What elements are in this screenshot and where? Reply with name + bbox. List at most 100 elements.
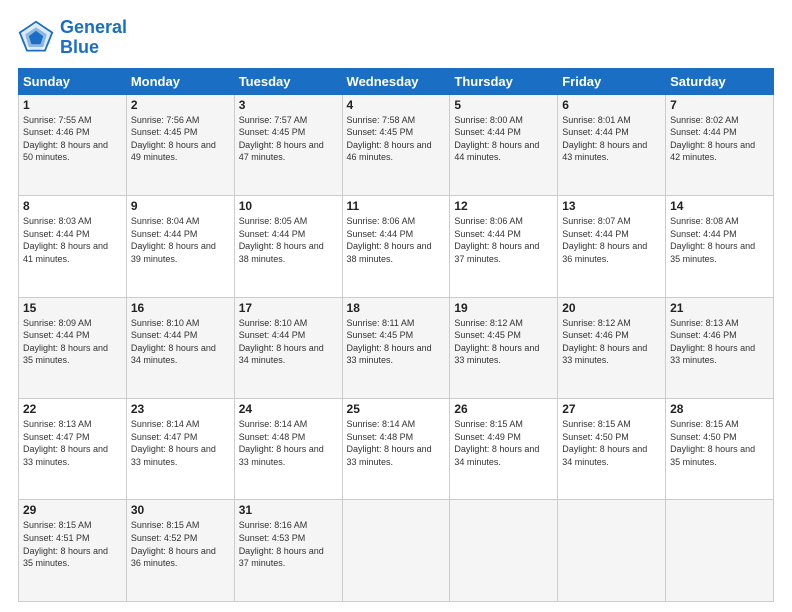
- day-number: 17: [239, 301, 338, 315]
- day-number: 7: [670, 98, 769, 112]
- day-cell: 6 Sunrise: 8:01 AM Sunset: 4:44 PM Dayli…: [558, 94, 666, 195]
- weekday-wednesday: Wednesday: [342, 68, 450, 94]
- day-info: Sunrise: 8:14 AM Sunset: 4:48 PM Dayligh…: [239, 419, 324, 467]
- day-number: 13: [562, 199, 661, 213]
- page: General Blue SundayMondayTuesdayWednesda…: [0, 0, 792, 612]
- day-number: 15: [23, 301, 122, 315]
- day-info: Sunrise: 8:09 AM Sunset: 4:44 PM Dayligh…: [23, 318, 108, 366]
- day-info: Sunrise: 7:56 AM Sunset: 4:45 PM Dayligh…: [131, 115, 216, 163]
- day-number: 6: [562, 98, 661, 112]
- day-info: Sunrise: 8:13 AM Sunset: 4:47 PM Dayligh…: [23, 419, 108, 467]
- day-info: Sunrise: 8:07 AM Sunset: 4:44 PM Dayligh…: [562, 216, 647, 264]
- day-number: 22: [23, 402, 122, 416]
- day-cell: 23 Sunrise: 8:14 AM Sunset: 4:47 PM Dayl…: [126, 399, 234, 500]
- day-number: 26: [454, 402, 553, 416]
- day-number: 25: [347, 402, 446, 416]
- weekday-header-row: SundayMondayTuesdayWednesdayThursdayFrid…: [19, 68, 774, 94]
- day-info: Sunrise: 8:10 AM Sunset: 4:44 PM Dayligh…: [131, 318, 216, 366]
- day-cell: 25 Sunrise: 8:14 AM Sunset: 4:48 PM Dayl…: [342, 399, 450, 500]
- day-cell: 15 Sunrise: 8:09 AM Sunset: 4:44 PM Dayl…: [19, 297, 127, 398]
- day-cell: 29 Sunrise: 8:15 AM Sunset: 4:51 PM Dayl…: [19, 500, 127, 602]
- week-row-3: 15 Sunrise: 8:09 AM Sunset: 4:44 PM Dayl…: [19, 297, 774, 398]
- day-number: 24: [239, 402, 338, 416]
- day-cell: 3 Sunrise: 7:57 AM Sunset: 4:45 PM Dayli…: [234, 94, 342, 195]
- day-number: 9: [131, 199, 230, 213]
- header: General Blue: [18, 18, 774, 58]
- week-row-1: 1 Sunrise: 7:55 AM Sunset: 4:46 PM Dayli…: [19, 94, 774, 195]
- day-info: Sunrise: 8:01 AM Sunset: 4:44 PM Dayligh…: [562, 115, 647, 163]
- day-cell: 9 Sunrise: 8:04 AM Sunset: 4:44 PM Dayli…: [126, 196, 234, 297]
- day-number: 10: [239, 199, 338, 213]
- weekday-monday: Monday: [126, 68, 234, 94]
- day-number: 31: [239, 503, 338, 517]
- day-cell: 10 Sunrise: 8:05 AM Sunset: 4:44 PM Dayl…: [234, 196, 342, 297]
- day-cell: 18 Sunrise: 8:11 AM Sunset: 4:45 PM Dayl…: [342, 297, 450, 398]
- day-cell: 28 Sunrise: 8:15 AM Sunset: 4:50 PM Dayl…: [666, 399, 774, 500]
- logo-text: General Blue: [60, 18, 127, 58]
- day-cell: 21 Sunrise: 8:13 AM Sunset: 4:46 PM Dayl…: [666, 297, 774, 398]
- day-info: Sunrise: 8:15 AM Sunset: 4:49 PM Dayligh…: [454, 419, 539, 467]
- day-info: Sunrise: 8:13 AM Sunset: 4:46 PM Dayligh…: [670, 318, 755, 366]
- day-cell: 7 Sunrise: 8:02 AM Sunset: 4:44 PM Dayli…: [666, 94, 774, 195]
- week-row-5: 29 Sunrise: 8:15 AM Sunset: 4:51 PM Dayl…: [19, 500, 774, 602]
- day-cell: 24 Sunrise: 8:14 AM Sunset: 4:48 PM Dayl…: [234, 399, 342, 500]
- day-info: Sunrise: 8:15 AM Sunset: 4:50 PM Dayligh…: [670, 419, 755, 467]
- day-info: Sunrise: 8:12 AM Sunset: 4:45 PM Dayligh…: [454, 318, 539, 366]
- day-cell: 17 Sunrise: 8:10 AM Sunset: 4:44 PM Dayl…: [234, 297, 342, 398]
- day-info: Sunrise: 8:06 AM Sunset: 4:44 PM Dayligh…: [454, 216, 539, 264]
- day-number: 11: [347, 199, 446, 213]
- day-cell: 5 Sunrise: 8:00 AM Sunset: 4:44 PM Dayli…: [450, 94, 558, 195]
- day-cell: 2 Sunrise: 7:56 AM Sunset: 4:45 PM Dayli…: [126, 94, 234, 195]
- day-cell: 16 Sunrise: 8:10 AM Sunset: 4:44 PM Dayl…: [126, 297, 234, 398]
- day-cell: [558, 500, 666, 602]
- day-info: Sunrise: 8:11 AM Sunset: 4:45 PM Dayligh…: [347, 318, 432, 366]
- day-number: 4: [347, 98, 446, 112]
- day-cell: 1 Sunrise: 7:55 AM Sunset: 4:46 PM Dayli…: [19, 94, 127, 195]
- day-number: 5: [454, 98, 553, 112]
- day-info: Sunrise: 8:03 AM Sunset: 4:44 PM Dayligh…: [23, 216, 108, 264]
- day-info: Sunrise: 8:12 AM Sunset: 4:46 PM Dayligh…: [562, 318, 647, 366]
- day-info: Sunrise: 8:00 AM Sunset: 4:44 PM Dayligh…: [454, 115, 539, 163]
- day-cell: 31 Sunrise: 8:16 AM Sunset: 4:53 PM Dayl…: [234, 500, 342, 602]
- day-cell: 13 Sunrise: 8:07 AM Sunset: 4:44 PM Dayl…: [558, 196, 666, 297]
- day-info: Sunrise: 8:15 AM Sunset: 4:50 PM Dayligh…: [562, 419, 647, 467]
- week-row-4: 22 Sunrise: 8:13 AM Sunset: 4:47 PM Dayl…: [19, 399, 774, 500]
- day-cell: 27 Sunrise: 8:15 AM Sunset: 4:50 PM Dayl…: [558, 399, 666, 500]
- day-info: Sunrise: 8:08 AM Sunset: 4:44 PM Dayligh…: [670, 216, 755, 264]
- day-info: Sunrise: 7:58 AM Sunset: 4:45 PM Dayligh…: [347, 115, 432, 163]
- day-info: Sunrise: 8:04 AM Sunset: 4:44 PM Dayligh…: [131, 216, 216, 264]
- day-number: 16: [131, 301, 230, 315]
- day-cell: 30 Sunrise: 8:15 AM Sunset: 4:52 PM Dayl…: [126, 500, 234, 602]
- day-info: Sunrise: 8:05 AM Sunset: 4:44 PM Dayligh…: [239, 216, 324, 264]
- day-number: 27: [562, 402, 661, 416]
- weekday-tuesday: Tuesday: [234, 68, 342, 94]
- logo: General Blue: [18, 18, 127, 58]
- day-cell: 4 Sunrise: 7:58 AM Sunset: 4:45 PM Dayli…: [342, 94, 450, 195]
- day-number: 1: [23, 98, 122, 112]
- day-number: 23: [131, 402, 230, 416]
- day-number: 20: [562, 301, 661, 315]
- day-info: Sunrise: 7:57 AM Sunset: 4:45 PM Dayligh…: [239, 115, 324, 163]
- weekday-sunday: Sunday: [19, 68, 127, 94]
- day-info: Sunrise: 8:15 AM Sunset: 4:51 PM Dayligh…: [23, 520, 108, 568]
- day-cell: 22 Sunrise: 8:13 AM Sunset: 4:47 PM Dayl…: [19, 399, 127, 500]
- day-cell: 8 Sunrise: 8:03 AM Sunset: 4:44 PM Dayli…: [19, 196, 127, 297]
- day-cell: [342, 500, 450, 602]
- day-cell: 26 Sunrise: 8:15 AM Sunset: 4:49 PM Dayl…: [450, 399, 558, 500]
- day-number: 12: [454, 199, 553, 213]
- day-number: 14: [670, 199, 769, 213]
- day-number: 8: [23, 199, 122, 213]
- day-info: Sunrise: 8:10 AM Sunset: 4:44 PM Dayligh…: [239, 318, 324, 366]
- day-cell: 11 Sunrise: 8:06 AM Sunset: 4:44 PM Dayl…: [342, 196, 450, 297]
- week-row-2: 8 Sunrise: 8:03 AM Sunset: 4:44 PM Dayli…: [19, 196, 774, 297]
- day-number: 21: [670, 301, 769, 315]
- day-cell: [450, 500, 558, 602]
- day-cell: 14 Sunrise: 8:08 AM Sunset: 4:44 PM Dayl…: [666, 196, 774, 297]
- day-number: 29: [23, 503, 122, 517]
- logo-icon: [18, 20, 54, 56]
- weekday-saturday: Saturday: [666, 68, 774, 94]
- day-number: 2: [131, 98, 230, 112]
- day-number: 18: [347, 301, 446, 315]
- calendar-table: SundayMondayTuesdayWednesdayThursdayFrid…: [18, 68, 774, 602]
- day-number: 3: [239, 98, 338, 112]
